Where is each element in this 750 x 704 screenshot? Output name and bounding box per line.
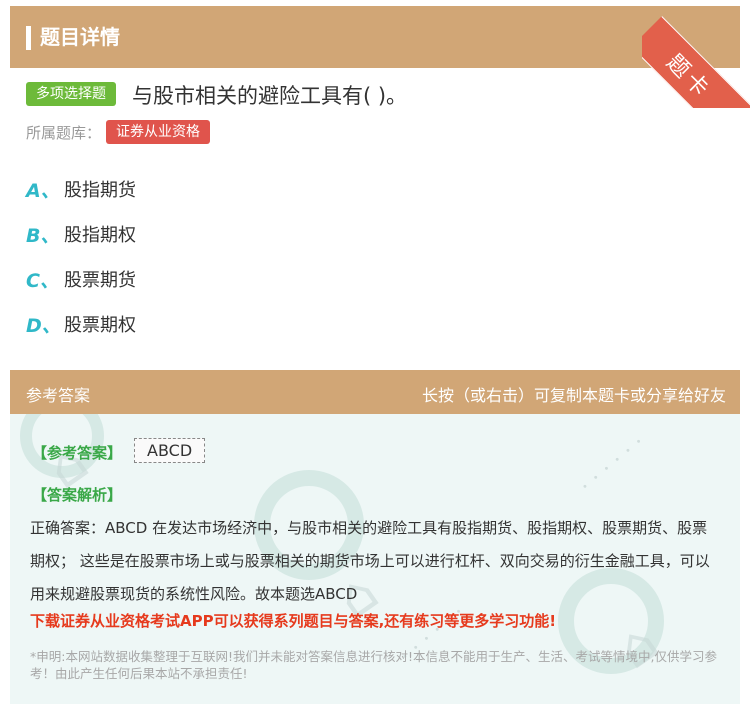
question-bank-tag[interactable]: 证券从业资格 [106,120,210,144]
ribbon-band: 题卡 [642,16,750,108]
question-stem: 与股市相关的避险工具有( )。 [132,84,408,108]
reference-answer-value: ABCD [134,438,206,463]
watermark-stripe-icon: ・・・・・・ [575,431,650,498]
option-letter: C、 [26,270,59,292]
share-hint: 长按（或右击）可复制本题卡或分享给好友 [421,386,726,405]
question-card-ribbon: 题卡 [642,0,750,108]
question-bank-label: 所属题库： [26,124,102,142]
option-d[interactable]: D、 股票期权 [26,311,136,337]
option-letter: D、 [26,315,61,337]
question-type-badge: 多项选择题 [26,82,116,106]
answer-section-body: ⌂ ⌂ ⌂ ・・・・・・ ・・・・・・ 【参考答案】 ABCD 【答案解析】 正… [10,414,740,704]
option-text: 股票期货 [64,270,136,291]
option-letter: B、 [26,225,60,247]
disclaimer-text: *申明:本网站数据收集整理于互联网!我们并未能对答案信息进行核对!本信息不能用于… [30,649,717,681]
reference-answer-label: 【参考答案】 [32,444,123,462]
analysis-text: 正确答案：ABCD 在发达市场经济中，与股市相关的避险工具有股指期货、股指期权、… [30,519,710,603]
option-b[interactable]: B、 股指期权 [26,221,136,247]
question-detail-header: 题目详情 [10,6,740,68]
app-download-promo[interactable]: 下载证券从业资格考试APP可以获得系列题目与答案,还有练习等更多学习功能! [30,610,556,631]
analysis-label: 【答案解析】 [32,486,123,504]
answer-section-header: 参考答案 长按（或右击）可复制本题卡或分享给好友 [10,370,740,414]
option-text: 股票期权 [64,315,136,336]
option-text: 股指期权 [64,225,136,246]
option-text: 股指期货 [64,180,136,201]
option-c[interactable]: C、 股票期货 [26,266,136,292]
header-accent-bar [26,26,31,50]
option-a[interactable]: A、 股指期货 [26,176,136,202]
option-letter: A、 [26,180,60,202]
answer-section-title: 参考答案 [26,386,91,405]
ribbon-label: 题卡 [661,49,716,105]
page-title: 题目详情 [40,25,120,49]
